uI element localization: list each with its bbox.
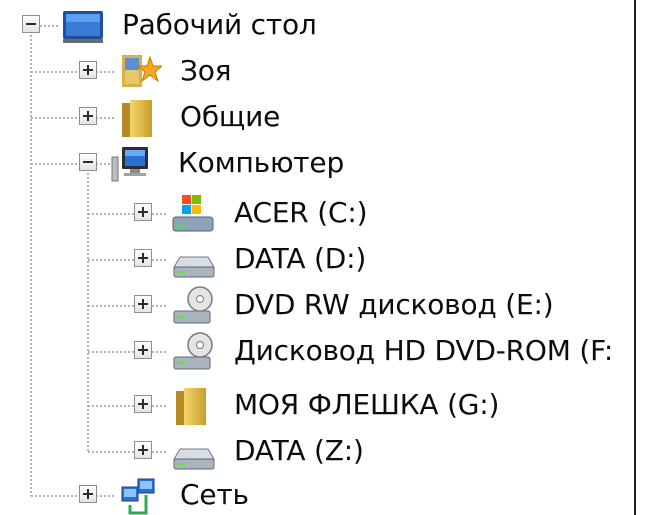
system-drive-icon xyxy=(172,195,214,232)
pane-border xyxy=(634,0,652,515)
tree-item-label: Зоя xyxy=(180,54,232,87)
tree-item-drive-d[interactable]: DATA (D:) xyxy=(0,237,634,283)
user-folder-icon xyxy=(122,55,162,87)
tree-item-label: Сеть xyxy=(180,478,249,511)
dvd-drive-icon xyxy=(173,332,213,370)
expand-toggle[interactable] xyxy=(79,485,97,503)
desktop-icon xyxy=(63,11,103,43)
tree-item-label: Компьютер xyxy=(178,146,345,179)
tree-item-drive-f[interactable]: Дисковод HD DVD-ROM (F: xyxy=(0,329,634,375)
expand-toggle[interactable] xyxy=(134,295,152,313)
folder-icon xyxy=(122,100,152,137)
folder-icon xyxy=(176,388,206,425)
expand-toggle[interactable] xyxy=(79,107,97,125)
expand-toggle[interactable] xyxy=(134,441,152,459)
tree-item-label: ACER (C:) xyxy=(234,196,368,229)
expand-toggle[interactable] xyxy=(134,203,152,221)
hard-drive-icon xyxy=(173,256,215,278)
expand-toggle[interactable] xyxy=(134,395,152,413)
tree-item-label: DATA (D:) xyxy=(234,242,367,275)
collapse-toggle[interactable] xyxy=(22,15,40,33)
folder-tree: Рабочий стол Зоя Общие Компьютер ACER (C… xyxy=(0,0,634,515)
expand-toggle[interactable] xyxy=(134,341,152,359)
collapse-toggle[interactable] xyxy=(79,153,97,171)
tree-item-computer[interactable]: Компьютер xyxy=(0,141,634,187)
tree-item-drive-z[interactable]: DATA (Z:) xyxy=(0,429,634,475)
tree-item-drive-c[interactable]: ACER (C:) xyxy=(0,191,634,237)
tree-item-label: Дисковод HD DVD-ROM (F: xyxy=(234,334,614,367)
tree-item-drive-e[interactable]: DVD RW дисковод (E:) xyxy=(0,283,634,329)
tree-item-label: Общие xyxy=(180,100,281,133)
tree-item-label: DVD RW дисковод (E:) xyxy=(234,288,554,321)
tree-item-network[interactable]: Сеть xyxy=(0,473,634,515)
network-icon xyxy=(121,478,155,515)
expand-toggle[interactable] xyxy=(79,61,97,79)
hard-drive-icon xyxy=(173,448,215,470)
expand-toggle[interactable] xyxy=(134,249,152,267)
tree-item-desktop[interactable]: Рабочий стол xyxy=(0,3,634,49)
tree-item-label: Рабочий стол xyxy=(122,8,317,41)
computer-icon xyxy=(111,147,148,182)
tree-item-user[interactable]: Зоя xyxy=(0,49,634,95)
tree-item-drive-g[interactable]: МОЯ ФЛЕШКА (G:) xyxy=(0,383,634,429)
tree-item-shared[interactable]: Общие xyxy=(0,95,634,141)
tree-item-label: МОЯ ФЛЕШКА (G:) xyxy=(234,388,500,421)
tree-item-label: DATA (Z:) xyxy=(234,434,364,467)
dvd-drive-icon xyxy=(173,286,213,324)
